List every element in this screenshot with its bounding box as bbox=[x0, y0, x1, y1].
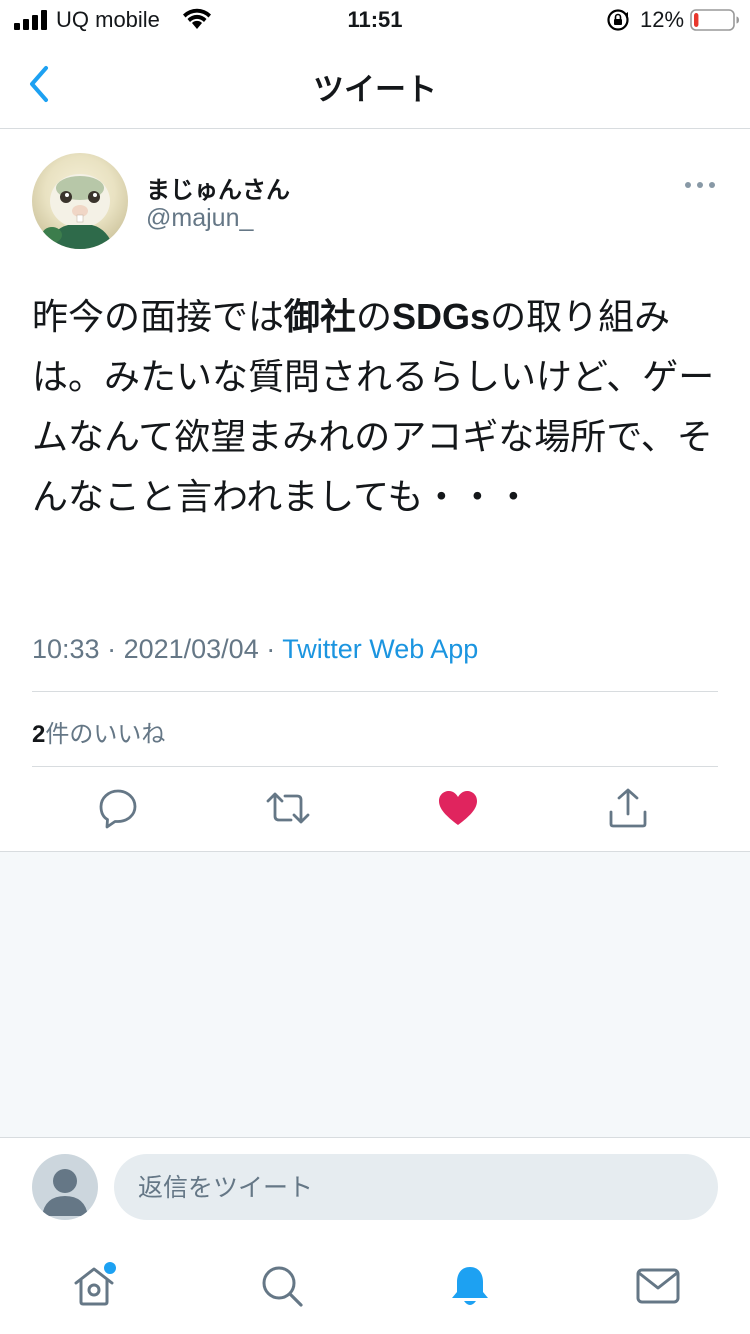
nav-bar: ツイート bbox=[0, 42, 750, 129]
meta-separator: · bbox=[99, 634, 124, 664]
more-options-icon[interactable] bbox=[684, 180, 716, 190]
page-title: ツイート bbox=[313, 72, 437, 108]
default-avatar-icon bbox=[42, 1169, 88, 1216]
like-icon[interactable] bbox=[436, 786, 480, 830]
author-display-name[interactable]: まじゅんさん bbox=[146, 170, 290, 205]
reply-icon[interactable] bbox=[96, 786, 140, 830]
likes-label: 件のいいね bbox=[45, 720, 166, 748]
wifi-icon bbox=[183, 8, 211, 29]
likes-summary[interactable]: 2件のいいね bbox=[32, 714, 165, 749]
tweet-text-part: 昨今の面接では bbox=[32, 297, 285, 338]
back-chevron-icon[interactable] bbox=[24, 64, 54, 104]
signal-icon bbox=[14, 10, 47, 30]
messages-icon[interactable] bbox=[634, 1262, 682, 1310]
battery-percent: 12% bbox=[640, 7, 685, 32]
divider bbox=[32, 691, 718, 692]
reply-input[interactable] bbox=[114, 1154, 718, 1220]
tweet-text-part: の bbox=[356, 297, 393, 338]
tweet-source-link[interactable]: Twitter Web App bbox=[282, 634, 478, 664]
tweet-text: 昨今の面接では御社のSDGsの取り組みは。みたいな質問されるらしいけど、ゲームな… bbox=[32, 287, 722, 528]
notifications-icon[interactable] bbox=[446, 1262, 494, 1310]
replies-area bbox=[0, 851, 750, 1138]
tweet-text-bold: 御社 bbox=[284, 297, 357, 338]
home-icon[interactable] bbox=[70, 1262, 118, 1310]
search-icon[interactable] bbox=[258, 1262, 306, 1310]
status-bar: UQ mobile 11:51 12% bbox=[0, 0, 750, 42]
author-avatar[interactable] bbox=[32, 153, 128, 249]
tweet-meta: 10:33 · 2021/03/04 · Twitter Web App bbox=[32, 634, 478, 665]
avatar-image bbox=[32, 153, 128, 249]
tweet-date: 2021/03/04 bbox=[123, 634, 259, 664]
my-avatar[interactable] bbox=[32, 1154, 98, 1220]
author-handle[interactable]: @majun_ bbox=[146, 204, 253, 233]
tweet-text-bold: SDGs bbox=[392, 296, 491, 337]
divider bbox=[32, 766, 718, 767]
rotation-lock-icon bbox=[607, 9, 629, 31]
tweet-time: 10:33 bbox=[32, 634, 100, 664]
likes-count: 2 bbox=[32, 721, 46, 748]
share-icon[interactable] bbox=[606, 786, 650, 830]
battery-icon bbox=[690, 9, 739, 31]
meta-separator: · bbox=[258, 634, 283, 664]
retweet-icon[interactable] bbox=[266, 786, 310, 830]
carrier-label: UQ mobile bbox=[56, 7, 160, 32]
